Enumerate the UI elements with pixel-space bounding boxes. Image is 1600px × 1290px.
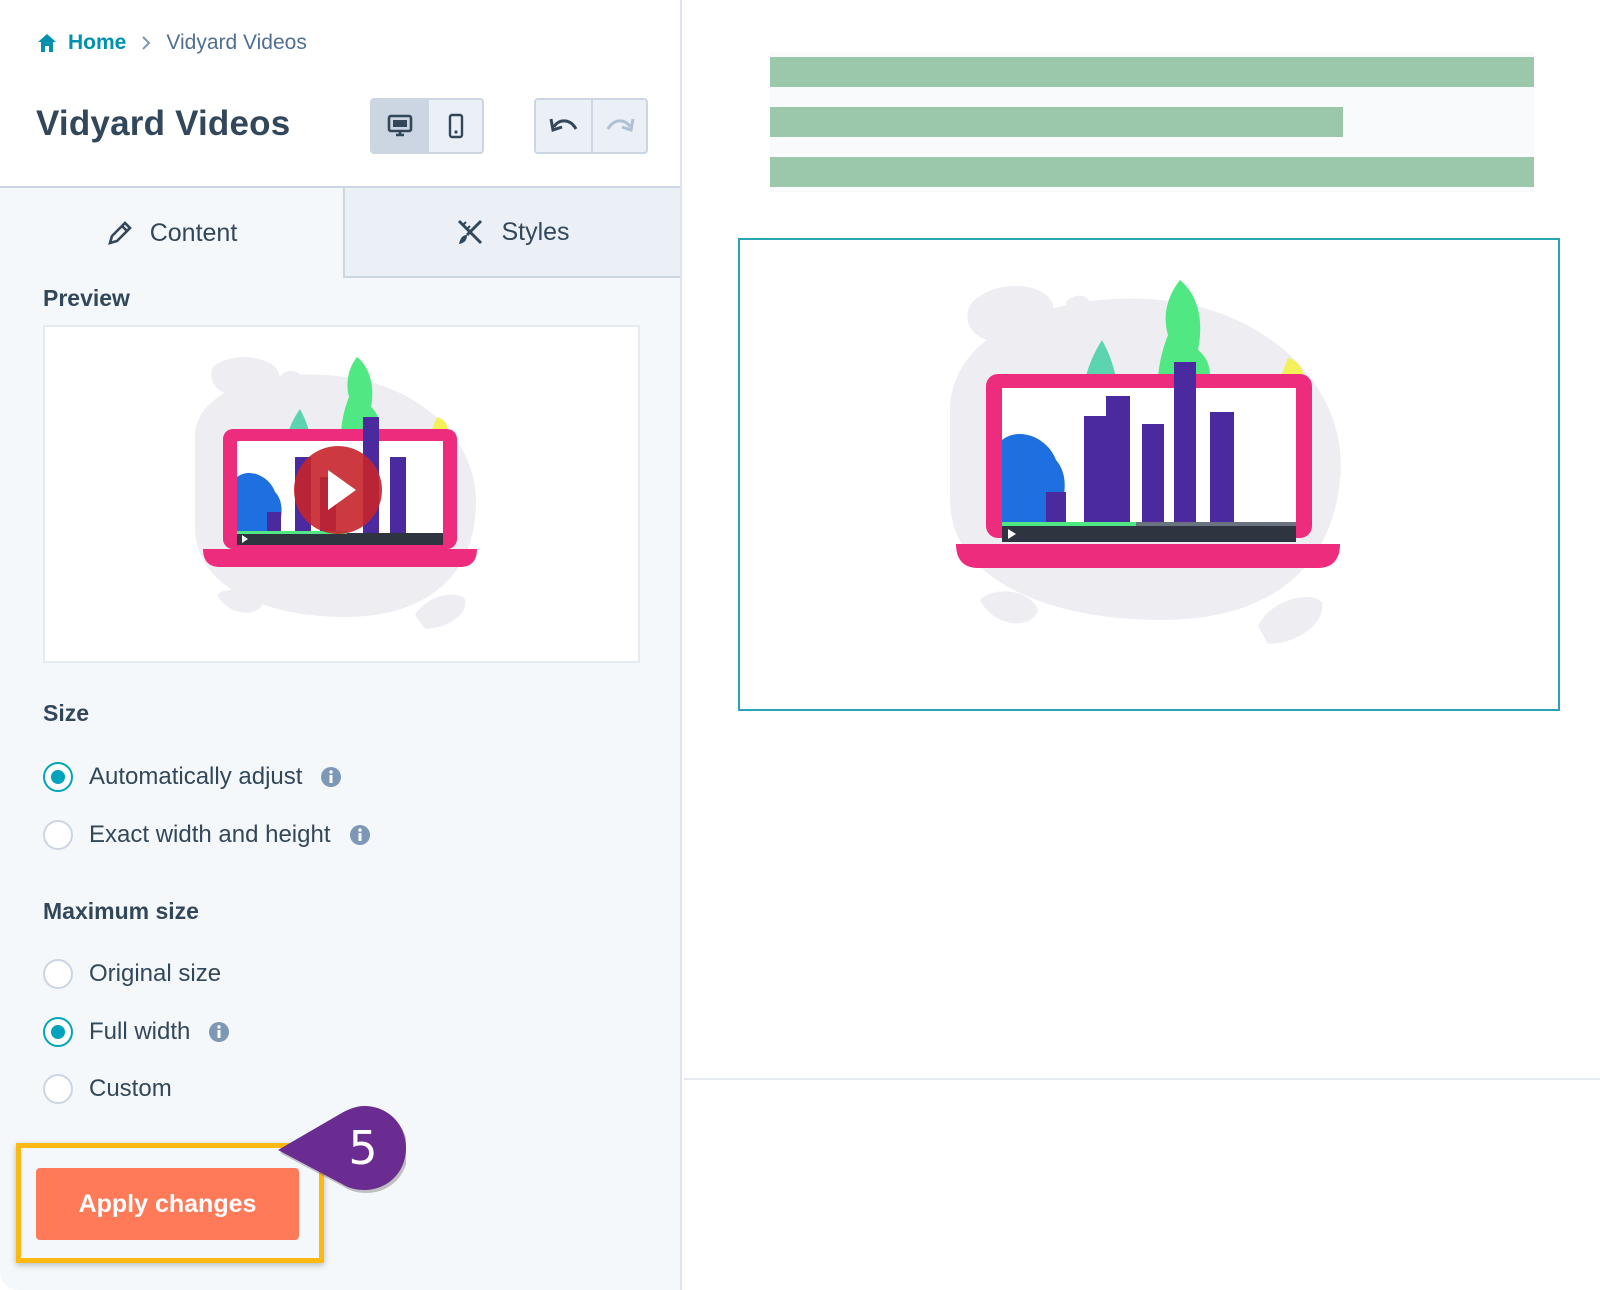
- radio-label: Automatically adjust: [89, 763, 303, 790]
- breadcrumb-current: Vidyard Videos: [166, 31, 307, 54]
- step-callout-badge: 5: [270, 1100, 408, 1196]
- redo-icon: [606, 118, 634, 132]
- brush-ruler-icon: [458, 219, 483, 245]
- radio-custom[interactable]: Custom: [43, 1072, 172, 1106]
- radio-label: Exact width and height: [89, 821, 331, 848]
- text-placeholder-line: [770, 157, 1534, 187]
- device-toggle: [370, 98, 484, 154]
- text-placeholder-line: [770, 57, 1534, 87]
- history-controls: [534, 98, 648, 154]
- undo-icon: [549, 118, 577, 132]
- sidebar-header: Home Vidyard Videos Vidyard Videos: [0, 0, 680, 188]
- tab-content[interactable]: Content: [0, 188, 343, 278]
- radio-button-checked[interactable]: [43, 762, 73, 792]
- page-canvas: [684, 0, 1600, 1080]
- info-icon[interactable]: [349, 824, 371, 846]
- pencil-icon: [107, 221, 132, 245]
- home-icon[interactable]: [36, 32, 58, 54]
- radio-full-width[interactable]: Full width: [43, 1015, 230, 1049]
- desktop-icon: [387, 114, 412, 137]
- redo-button[interactable]: [591, 100, 646, 152]
- maximum-size-label: Maximum size: [43, 898, 199, 924]
- breadcrumb-home-link[interactable]: Home: [68, 31, 126, 55]
- radio-exact-width-height[interactable]: Exact width and height: [43, 818, 371, 852]
- page-title: Vidyard Videos: [36, 104, 291, 143]
- apply-changes-button[interactable]: Apply changes: [36, 1168, 299, 1240]
- desktop-view-button[interactable]: [372, 100, 427, 152]
- video-preview[interactable]: [43, 325, 640, 663]
- selected-video-module[interactable]: [738, 238, 1560, 711]
- editor-tabs: Content Styles: [0, 188, 680, 278]
- radio-button[interactable]: [43, 959, 73, 989]
- tab-styles[interactable]: Styles: [343, 188, 680, 278]
- breadcrumb: Home Vidyard Videos: [36, 30, 307, 56]
- radio-button[interactable]: [43, 820, 73, 850]
- radio-automatically-adjust[interactable]: Automatically adjust: [43, 760, 342, 794]
- radio-button[interactable]: [43, 1074, 73, 1104]
- radio-label: Full width: [89, 1018, 191, 1045]
- radio-label: Custom: [89, 1075, 172, 1102]
- step-number: 5: [348, 1121, 378, 1175]
- chevron-right-icon: [142, 36, 151, 50]
- mobile-view-button[interactable]: [427, 100, 482, 152]
- text-placeholder-block[interactable]: [770, 52, 1534, 192]
- radio-original-size[interactable]: Original size: [43, 957, 221, 991]
- radio-label: Original size: [89, 960, 222, 987]
- preview-label: Preview: [43, 285, 130, 311]
- tab-content-label: Content: [149, 218, 238, 247]
- text-placeholder-line: [770, 107, 1343, 137]
- undo-button[interactable]: [536, 100, 591, 152]
- size-label: Size: [43, 700, 90, 726]
- tab-styles-label: Styles: [501, 217, 570, 246]
- editor-sidebar: Home Vidyard Videos Vidyard Videos Conte…: [0, 0, 682, 1290]
- mobile-icon: [448, 113, 463, 139]
- video-thumbnail-illustration: [195, 357, 477, 629]
- radio-button-checked[interactable]: [43, 1017, 73, 1047]
- info-icon[interactable]: [208, 1021, 230, 1043]
- info-icon[interactable]: [320, 766, 342, 788]
- video-thumbnail-illustration: [950, 280, 1341, 644]
- canvas-empty-area: [684, 1082, 1600, 1290]
